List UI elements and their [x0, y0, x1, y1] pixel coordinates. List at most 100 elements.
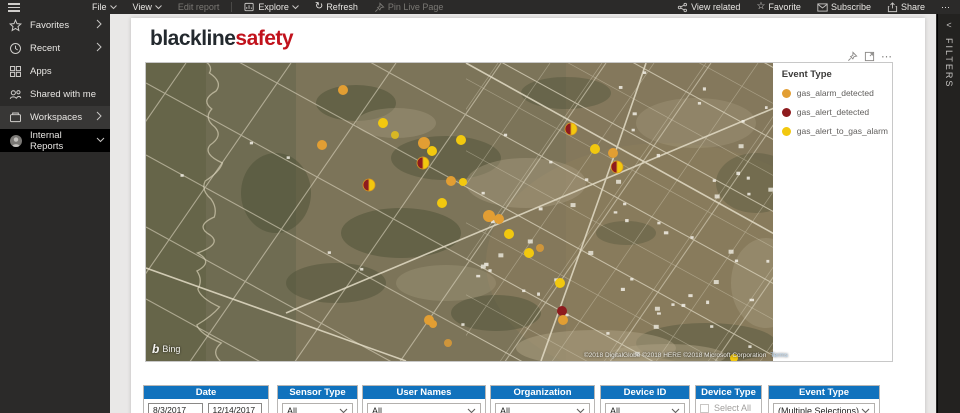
visual-more-options-icon[interactable]: ⋯ [881, 53, 893, 61]
slicer-selected-value: All [372, 406, 467, 413]
explore-button[interactable]: Explore [236, 0, 307, 14]
event-marker[interactable] [378, 118, 388, 128]
pin-live-page-button: Pin Live Page [366, 0, 452, 14]
view-related-button[interactable]: View related [669, 0, 748, 14]
date-end-input[interactable] [208, 403, 263, 413]
terms-link[interactable]: Terms [770, 352, 788, 359]
event-marker[interactable] [608, 148, 618, 158]
slicer-selected-value: All [287, 406, 339, 413]
event-marker[interactable] [536, 244, 544, 252]
slicer-header: Device ID [601, 386, 689, 399]
event-marker[interactable] [483, 210, 495, 222]
sidebar-item-favorites[interactable]: Favorites [0, 14, 110, 37]
sidebar-item-internal-reports[interactable]: Internal Reports [0, 129, 110, 152]
event-marker[interactable] [459, 178, 467, 186]
slicer-dropdown[interactable]: All [282, 403, 353, 413]
slicer-body [144, 399, 268, 413]
shared-icon [9, 88, 22, 101]
slicer-selected-value: (Multiple Selections) [778, 406, 861, 413]
map-visual: b Bing ©2018 DigitalGlobe ©2018 HERE ©20… [145, 62, 893, 362]
event-marker[interactable] [437, 198, 447, 208]
file-menu[interactable]: File [84, 0, 125, 14]
bing-label: Bing [162, 344, 180, 354]
legend-item[interactable]: gas_alert_detected [782, 107, 888, 117]
chevron-down-icon [861, 408, 870, 413]
favorite-button[interactable]: ☆ Favorite [748, 0, 808, 14]
event-marker[interactable] [391, 131, 399, 139]
view-menu[interactable]: View [125, 0, 170, 14]
event-marker[interactable] [590, 144, 600, 154]
slicer-date: Date [143, 385, 269, 413]
event-marker[interactable] [427, 146, 437, 156]
edit-report-label: Edit report [178, 2, 220, 12]
bing-b-icon: b [152, 342, 159, 356]
event-marker[interactable] [494, 214, 504, 224]
focus-mode-icon[interactable] [864, 51, 875, 62]
slicer-device-id: Device ID All [600, 385, 690, 413]
event-marker[interactable] [524, 248, 534, 258]
legend-item[interactable]: gas_alert_to_gas_alarm [782, 126, 888, 136]
blackline-safety-logo: blacklinesafety [150, 27, 293, 51]
legend-item-label: gas_alert_detected [797, 107, 869, 117]
slicer-device-type: Device TypeSelect All [695, 385, 762, 413]
clock-icon [9, 42, 22, 55]
legend-item[interactable]: gas_alarm_detected [782, 88, 888, 98]
event-marker[interactable] [444, 339, 452, 347]
slicer-body: All [601, 399, 689, 413]
slicer-dropdown[interactable]: All [605, 403, 685, 413]
slicer-dropdown[interactable]: (Multiple Selections) [773, 403, 875, 413]
slicer-dropdown[interactable]: All [495, 403, 590, 413]
event-marker[interactable] [504, 229, 514, 239]
slicer-body: Select All [696, 399, 761, 413]
legend-items: gas_alarm_detected gas_alert_detected gas_… [782, 88, 888, 136]
slicer-body: All [363, 399, 485, 413]
event-marker[interactable] [557, 306, 567, 316]
logo-text-black: blackline [150, 27, 235, 50]
slicer-user-names: User NamesAll [362, 385, 486, 413]
explore-label: Explore [258, 2, 289, 12]
event-marker[interactable] [446, 176, 456, 186]
expand-filters-icon[interactable]: < [946, 20, 951, 30]
star-icon: ☆ [756, 2, 765, 12]
logo-text-red: safety [235, 27, 293, 50]
file-menu-label: File [92, 2, 107, 12]
top-menu-right: View related ☆ Favorite Subscribe Share … [669, 0, 958, 14]
sidebar-item-workspaces[interactable]: Workspaces [0, 106, 110, 129]
date-start-input[interactable] [148, 403, 203, 413]
event-marker[interactable] [317, 140, 327, 150]
sidebar-item-shared-with-me[interactable]: Shared with me [0, 83, 110, 106]
chevron-down-icon [576, 408, 585, 413]
slicer-body: All [278, 399, 357, 413]
pin-visual-icon[interactable] [847, 51, 858, 62]
hamburger-menu-icon[interactable] [8, 3, 20, 12]
event-marker[interactable] [429, 320, 437, 328]
select-all-checkbox[interactable] [700, 404, 709, 413]
edit-report-button: Edit report [170, 0, 228, 14]
bing-logo[interactable]: b Bing [152, 342, 180, 356]
bing-map[interactable] [146, 63, 773, 361]
subscribe-button[interactable]: Subscribe [809, 0, 879, 14]
report-canvas: blacklinesafety ⋯ b Bing ©2018 DigitalGl… [131, 18, 925, 413]
slicer-organization: OrganizationAll [490, 385, 595, 413]
star-icon [9, 19, 22, 32]
event-marker[interactable] [558, 315, 568, 325]
event-marker[interactable] [418, 137, 430, 149]
share-button[interactable]: Share [879, 0, 933, 14]
select-all-label: Select All [714, 403, 751, 413]
event-marker[interactable] [338, 85, 348, 95]
event-marker[interactable] [456, 135, 466, 145]
attribution-text: ©2018 DigitalGlobe ©2018 HERE ©2018 Micr… [584, 352, 766, 359]
mail-icon [817, 3, 828, 12]
more-options-button[interactable]: ⋯ [933, 0, 958, 14]
slicer-dropdown[interactable]: All [367, 403, 481, 413]
share-icon [887, 2, 898, 13]
sidebar-item-apps[interactable]: Apps [0, 60, 110, 83]
share-label: Share [901, 2, 925, 12]
filters-pane-collapsed[interactable]: < FILTERS [937, 14, 960, 413]
sidebar-item-label: Favorites [30, 20, 96, 31]
event-marker[interactable] [555, 278, 565, 288]
chevron-down-icon [96, 135, 104, 146]
refresh-button[interactable]: ↻ Refresh [307, 0, 366, 14]
sidebar-item-recent[interactable]: Recent [0, 37, 110, 60]
chevron-down-icon [671, 408, 680, 413]
